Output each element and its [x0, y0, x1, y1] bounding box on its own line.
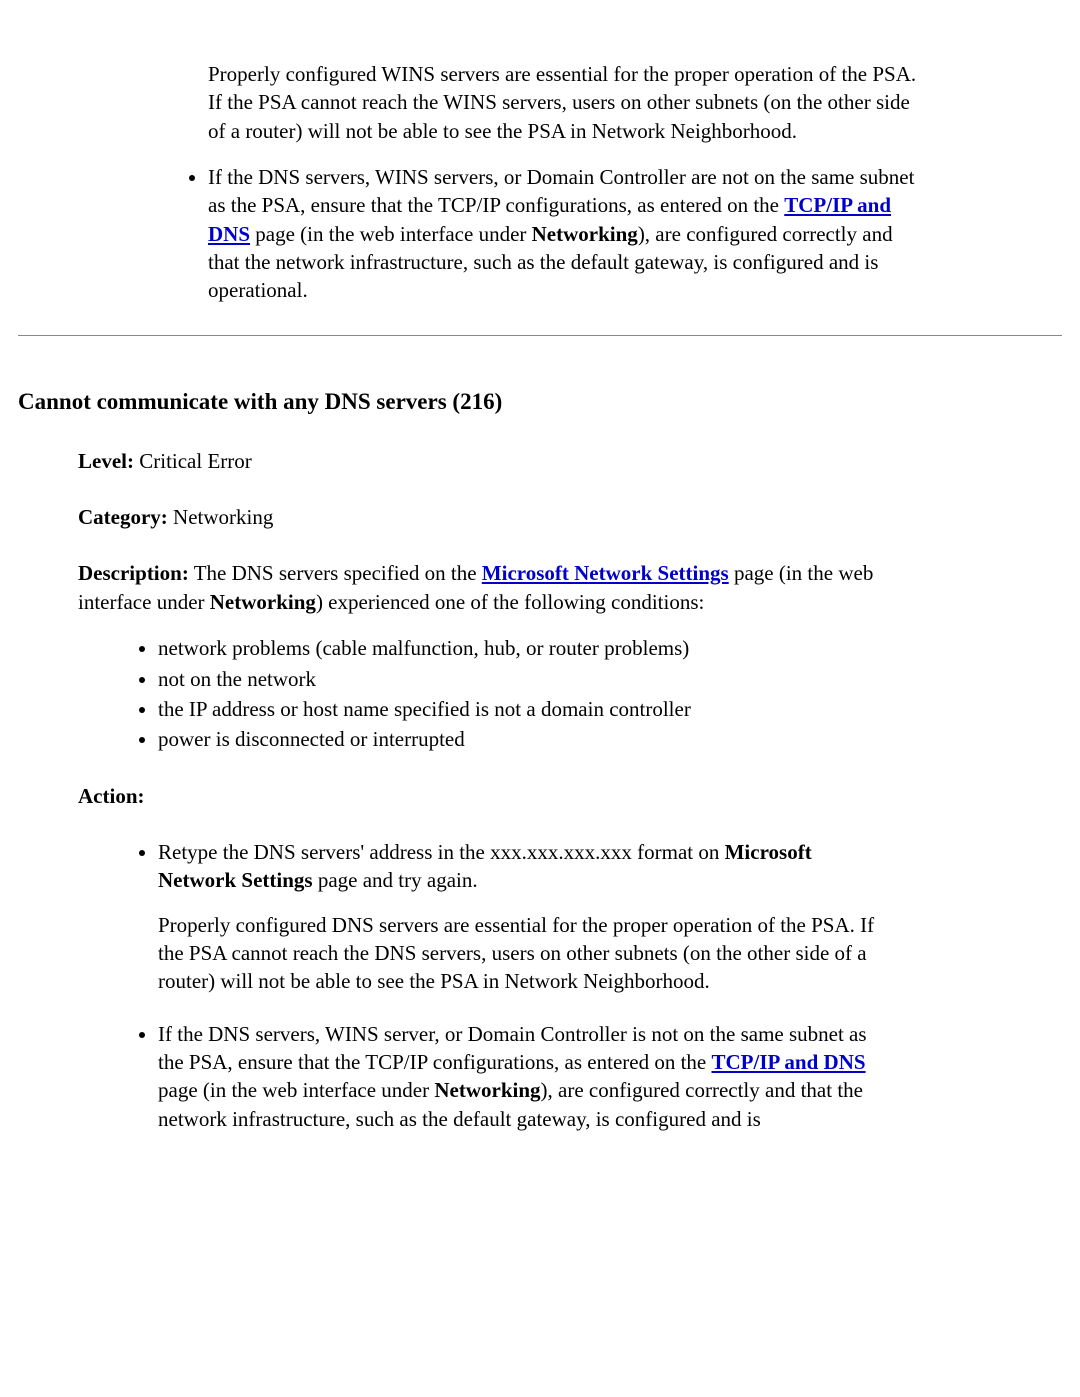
list-item: power is disconnected or interrupted [158, 725, 882, 753]
top-bullet: If the DNS servers, WINS servers, or Dom… [208, 163, 922, 305]
description-label: Description: [78, 561, 189, 585]
networking-bold: Networking [532, 222, 638, 246]
action-item-2: If the DNS servers, WINS server, or Doma… [158, 1020, 882, 1133]
action-label: Action: [78, 784, 145, 808]
body-text: Properly configured DNS servers are esse… [158, 911, 882, 996]
body-text: Properly configured WINS servers are ess… [208, 62, 916, 143]
ms-network-settings-link[interactable]: Microsoft Network Settings [482, 561, 729, 585]
body-text: page (in the web interface under [250, 222, 532, 246]
level-line: Level: Critical Error [78, 447, 882, 475]
top-continuation-block: Properly configured WINS servers are ess… [168, 60, 922, 305]
category-label: Category: [78, 505, 168, 529]
level-label: Level: [78, 449, 134, 473]
networking-bold: Networking [434, 1078, 540, 1102]
category-value: Networking [168, 505, 274, 529]
section-heading: Cannot communicate with any DNS servers … [18, 386, 1062, 417]
list-item: the IP address or host name specified is… [158, 695, 882, 723]
action-item-1: Retype the DNS servers' address in the x… [158, 838, 882, 996]
networking-bold: Networking [210, 590, 316, 614]
list-item: network problems (cable malfunction, hub… [158, 634, 882, 662]
conditions-list: network problems (cable malfunction, hub… [78, 634, 882, 753]
body-text: page and try again. [313, 868, 478, 892]
description-line: Description: The DNS servers specified o… [78, 559, 882, 616]
category-line: Category: Networking [78, 503, 882, 531]
tcpip-dns-link[interactable]: TCP/IP and DNS [712, 1050, 866, 1074]
list-item: not on the network [158, 665, 882, 693]
body-text: The DNS servers specified on the [189, 561, 482, 585]
level-value: Critical Error [134, 449, 252, 473]
action-heading: Action: [78, 782, 882, 810]
body-text: Retype the DNS servers' address in the x… [158, 840, 725, 864]
action-list: Retype the DNS servers' address in the x… [78, 838, 882, 1133]
section-divider [18, 335, 1062, 336]
definition-block: Level: Critical Error Category: Networki… [78, 447, 882, 1133]
body-text: page (in the web interface under [158, 1078, 434, 1102]
body-text: ) experienced one of the following condi… [316, 590, 704, 614]
top-paragraph: Properly configured WINS servers are ess… [208, 60, 922, 145]
